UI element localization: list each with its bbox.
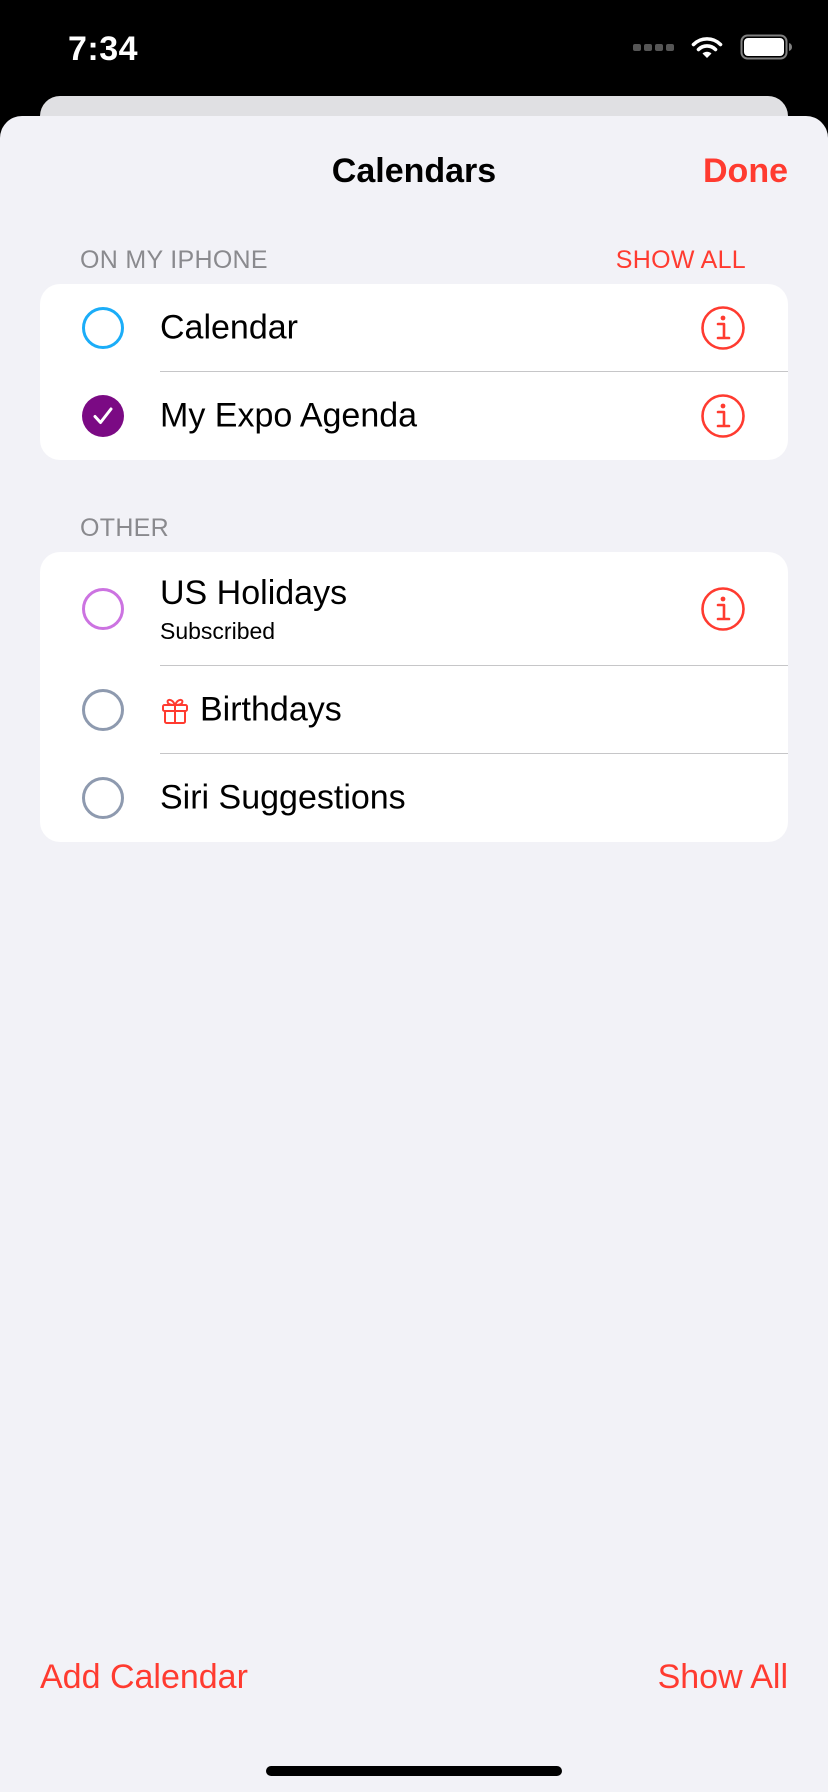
cellular-signal-icon <box>633 43 674 51</box>
checkmark-icon <box>93 407 113 424</box>
calendar-subtitle: Subscribed <box>160 618 276 644</box>
unchecked-circle-icon[interactable] <box>82 307 124 349</box>
home-indicator <box>266 1766 562 1776</box>
calendar-name: Calendar <box>160 308 298 347</box>
checked-circle-icon[interactable] <box>82 395 124 437</box>
info-icon[interactable] <box>700 586 746 632</box>
status-icons <box>633 34 794 60</box>
section-header-on-my-iphone: ON MY IPHONE <box>80 246 268 274</box>
calendar-row-my-expo-agenda[interactable]: My Expo Agenda <box>40 372 788 460</box>
section-header-other: OTHER <box>80 514 169 542</box>
calendar-list-other: US Holidays Subscribed Birthdays Siri Su… <box>40 552 788 842</box>
add-calendar-button[interactable]: Add Calendar <box>40 1658 248 1697</box>
battery-icon <box>740 34 792 60</box>
unchecked-circle-icon[interactable] <box>82 588 124 630</box>
calendar-row-calendar[interactable]: Calendar <box>40 284 788 372</box>
show-all-section-button[interactable]: SHOW ALL <box>616 246 746 275</box>
unchecked-circle-icon[interactable] <box>82 777 124 819</box>
unchecked-circle-icon[interactable] <box>82 689 124 731</box>
gift-icon <box>162 698 188 724</box>
calendar-name: Siri Suggestions <box>160 778 406 817</box>
calendar-name: US Holidays <box>160 574 348 612</box>
calendar-row-birthdays[interactable]: Birthdays <box>40 666 788 754</box>
done-button[interactable]: Done <box>703 152 788 191</box>
calendar-row-us-holidays[interactable]: US Holidays Subscribed <box>40 552 788 666</box>
info-icon[interactable] <box>700 393 746 439</box>
calendar-name: Birthdays <box>200 690 342 729</box>
calendar-name: My Expo Agenda <box>160 396 418 435</box>
wifi-icon <box>691 37 723 58</box>
calendar-list-on-my-iphone: Calendar My Expo Agenda <box>40 284 788 460</box>
show-all-button[interactable]: Show All <box>658 1658 788 1697</box>
status-time: 7:34 <box>68 30 139 68</box>
info-icon[interactable] <box>700 305 746 351</box>
status-bar: 7:34 <box>0 0 828 110</box>
calendar-row-siri-suggestions[interactable]: Siri Suggestions <box>40 754 788 842</box>
